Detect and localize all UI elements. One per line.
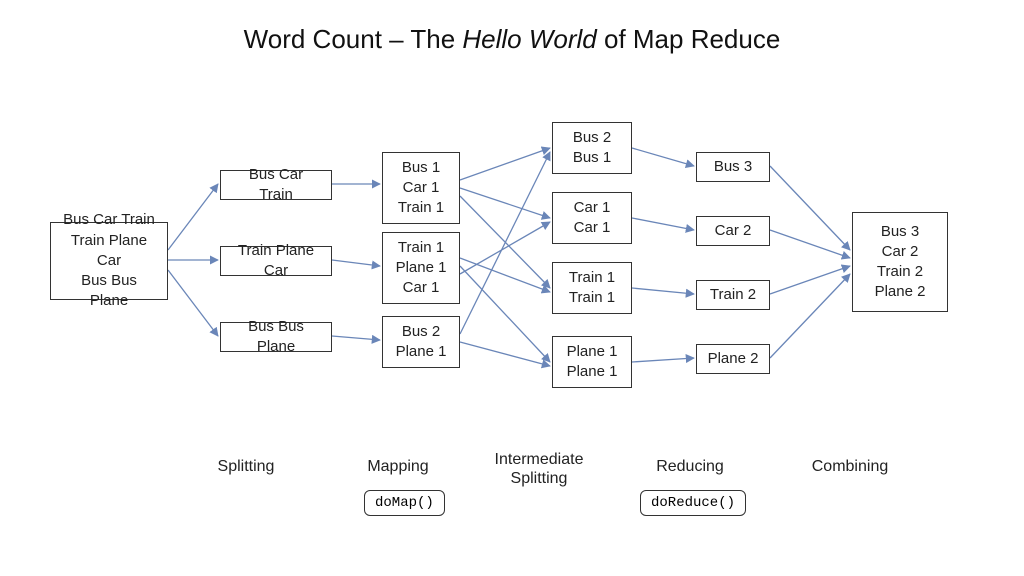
stage-label-combining: Combining [790,458,910,476]
fn-domap: doMap() [364,490,445,516]
output-box: Bus 3Car 2Train 2Plane 2 [852,212,948,312]
fn-doreduce: doReduce() [640,490,746,516]
stage-label-reducing: Reducing [640,458,740,476]
shuffle-box-1: Car 1Car 1 [552,192,632,244]
shuffle-box-3: Plane 1Plane 1 [552,336,632,388]
split-box-1: Train Plane Car [220,246,332,276]
reduce-box-1: Car 2 [696,216,770,246]
reduce-box-2: Train 2 [696,280,770,310]
map-box-2: Bus 2Plane 1 [382,316,460,368]
stage-label-splitting: Splitting [196,458,296,476]
shuffle-box-0: Bus 2Bus 1 [552,122,632,174]
split-box-2: Bus Bus Plane [220,322,332,352]
split-box-0: Bus Car Train [220,170,332,200]
map-box-0: Bus 1Car 1Train 1 [382,152,460,224]
stage-label-mapping: Mapping [348,458,448,476]
shuffle-box-2: Train 1Train 1 [552,262,632,314]
input-box: Bus Car TrainTrain Plane CarBus Bus Plan… [50,222,168,300]
map-box-1: Train 1Plane 1Car 1 [382,232,460,304]
page-title: Word Count – The Hello World of Map Redu… [0,24,1024,55]
reduce-box-3: Plane 2 [696,344,770,374]
reduce-box-0: Bus 3 [696,152,770,182]
stage-label-intermediate: IntermediateSplitting [474,450,604,488]
